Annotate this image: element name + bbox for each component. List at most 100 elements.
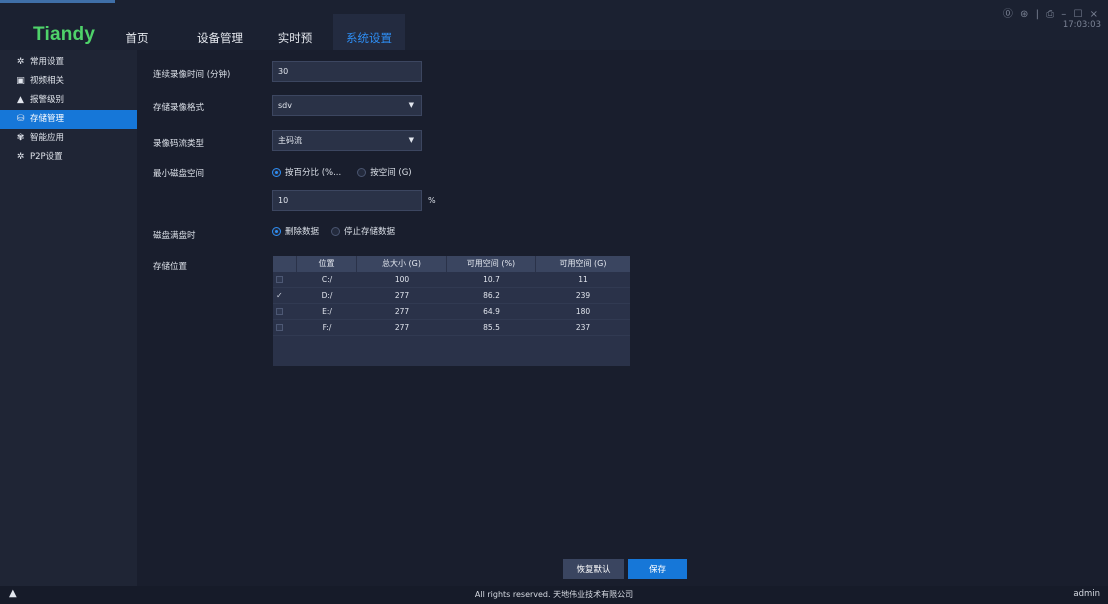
sidebar-item-label: 智能应用 <box>30 133 65 143</box>
min-disk-space-input[interactable]: 10 <box>272 190 422 211</box>
stream-type-value: 主码流 <box>278 136 302 145</box>
record-format-label: 存储录像格式 <box>153 103 205 113</box>
row-checkbox[interactable] <box>273 272 297 287</box>
cell-location: D:/ <box>321 291 333 300</box>
footer: ▲ All rights reserved. 天地伟业技术有限公司 admin <box>0 586 1108 604</box>
sidebar-item-label: 常用设置 <box>30 57 65 67</box>
table-header-cell: 位置 <box>297 256 357 272</box>
sidebar-item-label: 视频相关 <box>30 76 65 86</box>
radio-by-percent[interactable]: 按百分比 (%... <box>272 166 341 178</box>
cell-free-g: 237 <box>575 323 591 332</box>
caret-down-icon: ▼ <box>408 101 414 109</box>
storage-location-table: 位置 总大小 (G) 可用空间 (%) 可用空间 (G) C:/ 100 10.… <box>273 256 630 366</box>
radio-label: 按百分比 (%... <box>285 168 342 178</box>
radio-label: 停止存储数据 <box>344 227 396 237</box>
cell-total: 277 <box>394 323 410 332</box>
row-checkbox[interactable] <box>273 320 297 335</box>
row-checkbox[interactable] <box>273 304 297 319</box>
radio-label: 按空间 (G) <box>370 168 412 178</box>
cell-free-percent: 10.7 <box>483 275 500 284</box>
nav-home[interactable]: 首页 <box>122 14 152 50</box>
storage-icon: ⛁ <box>16 114 25 124</box>
disk-full-radio-group: 删除数据 停止存储数据 <box>272 225 411 237</box>
cell-location: F:/ <box>322 323 332 332</box>
sidebar-item-label: 报警级别 <box>30 95 65 105</box>
sidebar: ✲ 常用设置 ▣ 视频相关 ▲ 报警级别 ⛁ 存储管理 ✾ 智能应用 ✲ P2P… <box>0 50 137 586</box>
top-accent-line <box>0 0 115 3</box>
sidebar-item-general[interactable]: ✲ 常用设置 <box>0 53 137 72</box>
p2p-icon: ✲ <box>16 152 25 162</box>
table-header-cell: 可用空间 (G) <box>559 259 607 268</box>
table-row[interactable]: C:/ 100 10.7 11 <box>273 272 630 288</box>
sidebar-item-storage[interactable]: ⛁ 存储管理 <box>0 110 137 129</box>
table-row[interactable]: F:/ 277 85.5 237 <box>273 320 630 336</box>
record-format-select[interactable]: sdv ▼ <box>272 95 422 116</box>
cell-total: 100 <box>394 275 410 284</box>
checkbox-box <box>276 324 283 331</box>
cell-free-percent: 85.5 <box>483 323 500 332</box>
copyright-text: All rights reserved. 天地伟业技术有限公司 <box>474 590 634 599</box>
table-header-cell: 可用空间 (%) <box>447 256 536 272</box>
cell-free-g: 239 <box>575 291 591 300</box>
cell-free-g: 180 <box>575 307 591 316</box>
nav-system-settings[interactable]: 系统设置 <box>333 14 405 50</box>
radio-dot-icon <box>272 226 281 236</box>
top-bar: Tiandy 首页 设备管理 实时预览 系统设置 ⓪ ⊛ | ⎙ – ☐ × 1… <box>0 0 1108 65</box>
cell-location: E:/ <box>322 307 332 316</box>
sidebar-item-label: 存储管理 <box>30 114 65 124</box>
cell-free-percent: 64.9 <box>483 307 500 316</box>
cell-free-percent: 86.2 <box>483 291 500 300</box>
stream-type-label: 录像码流类型 <box>153 139 205 149</box>
gear-icon: ✲ <box>16 57 25 67</box>
cell-total: 277 <box>394 307 410 316</box>
restore-default-button[interactable]: 恢复默认 <box>563 559 624 579</box>
sidebar-item-label: P2P设置 <box>30 152 63 162</box>
storage-settings-panel: 连续录像时间 (分钟) 30 存储录像格式 sdv ▼ 录像码流类型 主码流 ▼… <box>137 50 1108 586</box>
radio-dot-icon <box>357 167 367 177</box>
disk-full-label: 磁盘满盘时 <box>153 231 196 241</box>
main-nav: 首页 设备管理 实时预览 系统设置 <box>122 14 405 65</box>
radio-delete-data[interactable]: 删除数据 <box>272 225 319 237</box>
record-time-input[interactable]: 30 <box>272 61 422 82</box>
radio-label: 删除数据 <box>285 227 320 237</box>
sidebar-item-video[interactable]: ▣ 视频相关 <box>0 72 137 91</box>
stream-type-select[interactable]: 主码流 ▼ <box>272 130 422 151</box>
video-icon: ▣ <box>16 76 25 86</box>
table-row[interactable]: E:/ 277 64.9 180 <box>273 304 630 320</box>
checkbox-box <box>276 276 283 283</box>
table-row[interactable]: ✓ D:/ 277 86.2 239 <box>273 288 630 304</box>
check-icon: ✓ <box>276 291 283 300</box>
radio-dot-icon <box>331 226 341 236</box>
storage-location-label: 存储位置 <box>153 262 188 272</box>
nav-device-management[interactable]: 设备管理 <box>197 14 243 50</box>
radio-stop-storage[interactable]: 停止存储数据 <box>331 225 395 237</box>
cell-location: C:/ <box>321 275 333 284</box>
logo: Tiandy <box>33 24 96 45</box>
clock: 17:03:03 <box>1062 20 1101 30</box>
radio-dot-icon <box>272 167 281 177</box>
table-header-cell <box>273 256 297 272</box>
sidebar-item-p2p[interactable]: ✲ P2P设置 <box>0 148 137 167</box>
app-window: Tiandy 首页 设备管理 实时预览 系统设置 ⓪ ⊛ | ⎙ – ☐ × 1… <box>0 0 1108 604</box>
min-disk-space-label: 最小磁盘空间 <box>153 169 205 179</box>
cell-free-g: 11 <box>578 275 588 284</box>
sidebar-item-smart-app[interactable]: ✾ 智能应用 <box>0 129 137 148</box>
window-controls[interactable]: ⓪ ⊛ | ⎙ – ☐ × <box>1003 5 1100 20</box>
table-header-cell: 总大小 (G) <box>357 256 447 272</box>
record-time-label: 连续录像时间 (分钟) <box>153 70 231 80</box>
nav-live-preview[interactable]: 实时预览 <box>273 14 317 65</box>
radio-by-space[interactable]: 按空间 (G) <box>357 166 412 178</box>
min-disk-space-radio-group: 按百分比 (%... 按空间 (G) <box>272 166 428 178</box>
percent-unit: % <box>428 196 436 205</box>
checkbox-box <box>276 308 283 315</box>
row-checkbox[interactable]: ✓ <box>273 288 297 303</box>
table-header: 位置 总大小 (G) 可用空间 (%) 可用空间 (G) <box>273 256 630 272</box>
cell-total: 277 <box>394 291 410 300</box>
caret-down-icon: ▼ <box>408 136 414 144</box>
sidebar-item-alarm-level[interactable]: ▲ 报警级别 <box>0 91 137 110</box>
warning-icon: ▲ <box>17 95 24 105</box>
record-format-value: sdv <box>278 101 292 110</box>
save-button[interactable]: 保存 <box>628 559 687 579</box>
current-user: admin <box>1073 589 1100 599</box>
smart-app-icon: ✾ <box>16 133 25 143</box>
